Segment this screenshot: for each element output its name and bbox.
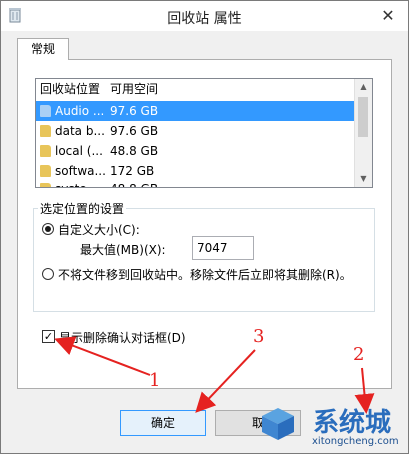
annotation-number-2: 2 <box>353 344 365 365</box>
list-item-name: data b... <box>55 124 105 138</box>
folder-icon <box>40 125 51 137</box>
folder-icon <box>40 105 51 117</box>
scroll-down-arrow-icon[interactable]: ▼ <box>355 171 372 187</box>
annotation-number-1: 1 <box>149 370 161 391</box>
title-bar[interactable]: 回收站 属性 ✕ <box>1 1 408 31</box>
tab-general-label: 常规 <box>30 42 55 56</box>
max-value-input[interactable]: 7047 <box>192 236 254 260</box>
group-title: 选定位置的设置 <box>38 200 127 217</box>
header-free-space[interactable]: 可用空间 <box>110 79 158 99</box>
list-item-size: 48.8 GB <box>110 179 158 187</box>
list-item-size: 97.6 GB <box>110 104 159 118</box>
scroll-up-arrow-icon[interactable]: ▲ <box>355 79 372 95</box>
list-item[interactable]: local (... 48.8 GB <box>36 141 356 161</box>
annotation-number-3: 3 <box>253 326 265 347</box>
list-item-name: softwa... <box>55 164 106 178</box>
list-header: 回收站位置 可用空间 <box>36 79 356 99</box>
window-title: 回收站 属性 <box>167 11 242 27</box>
folder-icon <box>40 145 51 157</box>
list-scrollbar[interactable]: ▲ ▼ <box>354 79 372 187</box>
list-item[interactable]: syste... 48.8 GB <box>36 179 356 187</box>
list-item[interactable]: data b... 97.6 GB <box>36 121 356 141</box>
custom-size-radio[interactable] <box>42 223 54 235</box>
list-item-name: syste... <box>55 179 98 187</box>
close-icon: ✕ <box>381 5 395 25</box>
list-item-size: 48.8 GB <box>110 144 159 158</box>
list-item[interactable]: softwa... 172 GB <box>36 161 356 181</box>
list-item-name: local (... <box>55 144 103 158</box>
header-location[interactable]: 回收站位置 <box>40 79 100 99</box>
tab-general[interactable]: 常规 <box>17 38 69 60</box>
scroll-thumb[interactable] <box>358 97 368 137</box>
list-item-name: Audio ... <box>55 104 105 118</box>
ok-button[interactable]: 确定 <box>120 410 206 436</box>
close-button[interactable]: ✕ <box>374 3 402 27</box>
folder-icon <box>40 183 51 187</box>
confirm-delete-label[interactable]: 显示删除确认对话框(D) <box>59 329 186 346</box>
watermark-text: 系统城 <box>313 408 392 438</box>
watermark-url: xitongcheng.com <box>312 436 399 447</box>
list-item[interactable]: Audio ... 97.6 GB <box>36 101 356 121</box>
folder-icon <box>40 165 51 177</box>
confirm-delete-checkbox[interactable]: ✓ <box>42 330 55 343</box>
custom-size-label[interactable]: 自定义大小(C): <box>58 221 140 238</box>
list-item-size: 97.6 GB <box>110 124 159 138</box>
no-move-label[interactable]: 不将文件移到回收站中。移除文件后立即将其删除(R)。 <box>58 266 352 283</box>
list-item-size: 172 GB <box>110 164 155 178</box>
max-value-label: 最大值(MB)(X): <box>80 243 166 257</box>
recycle-bin-location-list[interactable]: 回收站位置 可用空间 Audio ... 97.6 GB data b... 9… <box>35 78 373 188</box>
no-move-radio[interactable] <box>42 268 54 280</box>
